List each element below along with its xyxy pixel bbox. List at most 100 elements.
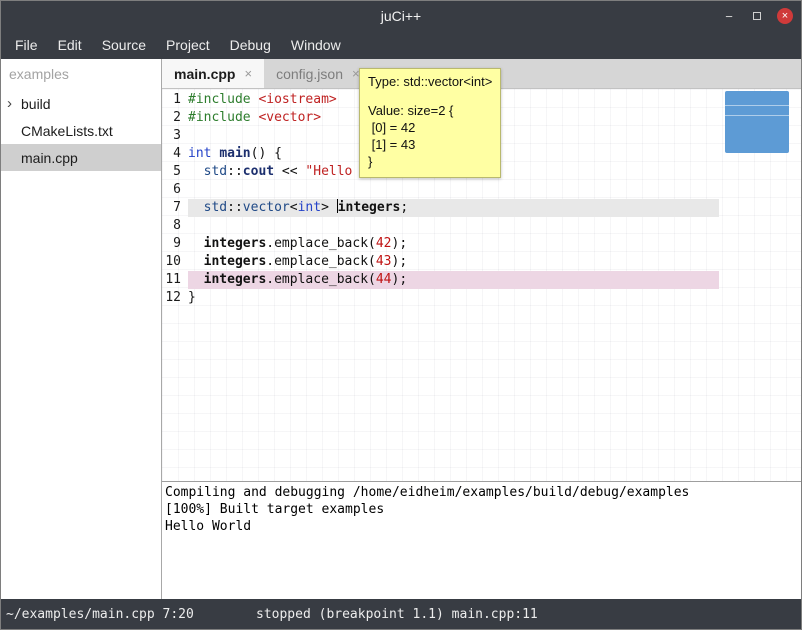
menu-file[interactable]: File xyxy=(5,34,48,56)
code-line: 8 xyxy=(162,217,801,235)
code-token: integers xyxy=(204,236,267,251)
menu-edit[interactable]: Edit xyxy=(48,34,92,56)
line-number[interactable]: 12 xyxy=(162,289,188,307)
code-token: 44 xyxy=(376,272,392,287)
project-name: examples xyxy=(1,59,161,90)
code-token: ; xyxy=(400,200,408,215)
code-token: ); xyxy=(392,254,408,269)
terminal-line: Hello World xyxy=(165,518,798,535)
tab-main-cpp[interactable]: main.cpp × xyxy=(162,59,264,88)
code-text[interactable]: integers.emplace_back(43); xyxy=(188,253,719,271)
code-token: :: xyxy=(227,164,243,179)
line-number[interactable]: 10 xyxy=(162,253,188,271)
sidebar-item-cmakelists-txt[interactable]: CMakeLists.txt xyxy=(1,117,161,144)
line-number[interactable]: 3 xyxy=(162,127,188,145)
line-number[interactable]: 11 xyxy=(162,271,188,289)
code-token xyxy=(188,272,204,287)
code-token: .emplace_back( xyxy=(266,254,376,269)
code-token: std xyxy=(204,164,227,179)
tooltip-value-line: [0] = 42 xyxy=(368,119,492,136)
code-text[interactable]: } xyxy=(188,289,719,307)
status-file-position: ~/examples/main.cpp 7:20 xyxy=(6,607,194,622)
scrollbar-thumb[interactable] xyxy=(725,91,789,153)
file-label: main.cpp xyxy=(21,150,78,166)
tab-label: main.cpp xyxy=(174,66,235,82)
file-label: CMakeLists.txt xyxy=(21,123,113,139)
sidebar-item-main-cpp[interactable]: main.cpp xyxy=(1,144,161,171)
line-number[interactable]: 9 xyxy=(162,235,188,253)
minimize-button[interactable]: − xyxy=(721,8,737,24)
code-token: <iostream> xyxy=(258,92,336,107)
titlebar: juCi++ − × xyxy=(1,1,801,31)
code-token: ); xyxy=(392,236,408,251)
code-token: << xyxy=(274,164,305,179)
sidebar-item-build[interactable]: ›build xyxy=(1,90,161,117)
code-token xyxy=(188,254,204,269)
tooltip-value-line: Value: size=2 { xyxy=(368,102,492,119)
menu-source[interactable]: Source xyxy=(92,34,156,56)
code-token: #include xyxy=(188,110,251,125)
app-window: juCi++ − × FileEditSourceProjectDebugWin… xyxy=(0,0,802,630)
window-title: juCi++ xyxy=(381,8,421,24)
code-text[interactable] xyxy=(188,181,719,199)
code-text[interactable]: integers.emplace_back(42); xyxy=(188,235,719,253)
tooltip-value-block: Value: size=2 { [0] = 42 [1] = 43} xyxy=(368,102,492,170)
file-tree-panel: examples ›build CMakeLists.txt main.cpp xyxy=(1,59,161,599)
code-token xyxy=(188,200,204,215)
terminal-line: Compiling and debugging /home/eidheim/ex… xyxy=(165,484,798,501)
menu-debug[interactable]: Debug xyxy=(220,34,281,56)
code-token: #include xyxy=(188,92,251,107)
line-number[interactable]: 8 xyxy=(162,217,188,235)
code-line: 9 integers.emplace_back(42); xyxy=(162,235,801,253)
close-button[interactable]: × xyxy=(777,8,793,24)
code-token: () { xyxy=(251,146,282,161)
file-label: build xyxy=(21,96,51,112)
menu-window[interactable]: Window xyxy=(281,34,351,56)
code-line: 12} xyxy=(162,289,801,307)
code-token: cout xyxy=(243,164,274,179)
code-token xyxy=(188,164,204,179)
code-token: .emplace_back( xyxy=(266,236,376,251)
tab-config-json[interactable]: config.json× xyxy=(264,59,372,88)
code-text[interactable] xyxy=(188,217,719,235)
code-token: .emplace_back( xyxy=(266,272,376,287)
code-token: <vector> xyxy=(258,110,321,125)
code-token: > xyxy=(321,200,337,215)
terminal-line: [100%] Built target examples xyxy=(165,501,798,518)
file-tree: ›build CMakeLists.txt main.cpp xyxy=(1,90,161,171)
tab-close-icon[interactable]: × xyxy=(244,66,252,81)
line-number[interactable]: 5 xyxy=(162,163,188,181)
code-token: main xyxy=(219,146,250,161)
code-token xyxy=(188,236,204,251)
window-controls: − × xyxy=(721,1,793,31)
code-token: ); xyxy=(392,272,408,287)
line-number[interactable]: 2 xyxy=(162,109,188,127)
line-number[interactable]: 6 xyxy=(162,181,188,199)
code-token: int xyxy=(298,200,321,215)
line-number[interactable]: 1 xyxy=(162,91,188,109)
maximize-icon xyxy=(753,12,761,20)
code-token: vector xyxy=(243,200,290,215)
tooltip-type-line: Type: std::vector<int> xyxy=(368,74,492,89)
line-number[interactable]: 4 xyxy=(162,145,188,163)
chevron-right-icon[interactable]: › xyxy=(7,96,21,111)
menu-project[interactable]: Project xyxy=(156,34,220,56)
code-line: 11 integers.emplace_back(44); xyxy=(162,271,801,289)
code-line: 6 xyxy=(162,181,801,199)
code-token: 42 xyxy=(376,236,392,251)
code-text[interactable]: integers.emplace_back(44); xyxy=(188,271,719,289)
line-number[interactable]: 7 xyxy=(162,199,188,217)
code-token: } xyxy=(188,290,196,305)
code-token: 43 xyxy=(376,254,392,269)
maximize-button[interactable] xyxy=(749,8,765,24)
code-token: integers xyxy=(204,272,267,287)
terminal-output[interactable]: Compiling and debugging /home/eidheim/ex… xyxy=(162,481,801,599)
code-text[interactable]: std::vector<int> integers; xyxy=(188,199,719,217)
tab-label: config.json xyxy=(276,66,343,82)
status-debug-state: stopped (breakpoint 1.1) main.cpp:11 xyxy=(256,607,538,622)
code-token: integers xyxy=(338,200,401,215)
tooltip-value-line: } xyxy=(368,153,492,170)
code-token: std xyxy=(204,200,227,215)
code-line: 7 std::vector<int> integers; xyxy=(162,199,801,217)
menubar: FileEditSourceProjectDebugWindow xyxy=(1,31,801,59)
